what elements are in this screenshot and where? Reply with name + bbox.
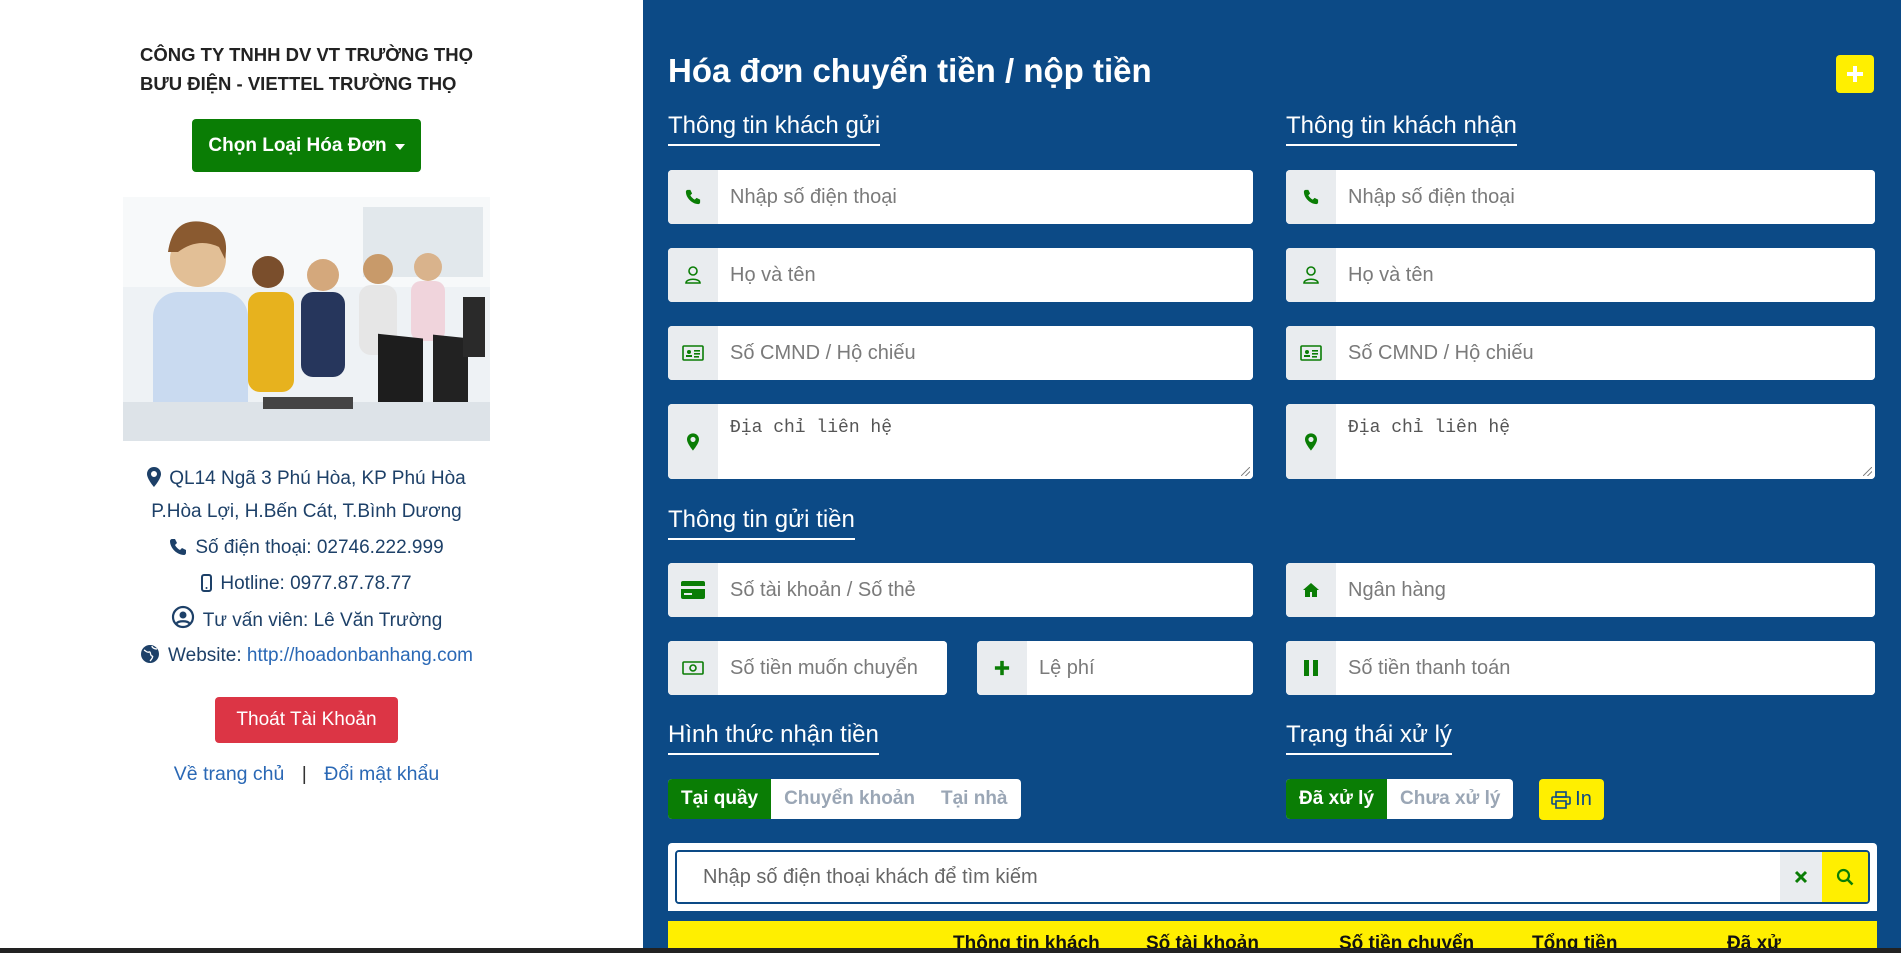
- customer-search: [675, 850, 1870, 904]
- resize-handle[interactable]: [1241, 467, 1250, 476]
- sender-id-field: [668, 326, 1253, 380]
- footer-links: Về trang chủ | Đổi mật khẩu: [173, 763, 440, 785]
- close-icon: [1794, 870, 1808, 884]
- status-option[interactable]: Đã xử lý: [1286, 779, 1388, 819]
- receive-method-heading: Hình thức nhận tiền: [668, 721, 879, 755]
- sender-name-field: [668, 248, 1253, 302]
- phone-icon: [668, 170, 718, 224]
- plus-icon: [1847, 66, 1863, 82]
- bank-field: [1286, 563, 1875, 617]
- sender-address-field: [668, 404, 1253, 479]
- sender-address-input[interactable]: [718, 404, 1253, 479]
- total-input[interactable]: [1336, 641, 1875, 695]
- hotline-info: Hotline: 0977.87.78.77: [0, 569, 613, 602]
- sender-heading: Thông tin khách gửi: [668, 112, 881, 146]
- search-panel: [668, 843, 1877, 911]
- receive-method-option[interactable]: Tại quầy: [668, 779, 772, 819]
- change-password-link[interactable]: Đổi mật khẩu: [324, 763, 439, 785]
- status-option[interactable]: Chưa xử lý: [1387, 779, 1513, 819]
- map-marker-icon: [668, 404, 718, 479]
- id-card-icon: [1286, 326, 1336, 380]
- clear-search-button[interactable]: [1780, 852, 1822, 902]
- receiver-id-input[interactable]: [1336, 326, 1875, 380]
- pause-icon: [1286, 641, 1336, 695]
- sender-phone-input[interactable]: [718, 170, 1253, 224]
- call-center-photo: [123, 197, 490, 441]
- invoice-type-dropdown[interactable]: Chọn Loại Hóa Đơn: [192, 119, 421, 172]
- receiver-id-field: [1286, 326, 1875, 380]
- transfer-heading: Thông tin gửi tiền: [668, 506, 855, 540]
- account-field: [668, 563, 1253, 617]
- id-card-icon: [668, 326, 718, 380]
- map-marker-icon: [1286, 404, 1336, 479]
- user-icon: [1286, 248, 1336, 302]
- phone-info: Số điện thoại: 02746.222.999: [0, 533, 613, 566]
- logout-button[interactable]: Thoát Tài Khoản: [215, 697, 398, 743]
- receiver-name-field: [1286, 248, 1875, 302]
- sender-name-input[interactable]: [718, 248, 1253, 302]
- page-title: Hóa đơn chuyển tiền / nộp tiền: [668, 52, 1152, 89]
- status-toggle: Đã xử lý Chưa xử lý: [1286, 779, 1514, 819]
- receive-method-toggle: Tại quầy Chuyển khoản Tại nhà: [668, 779, 1021, 819]
- phone-icon: [169, 536, 187, 566]
- caret-down-icon: [394, 143, 405, 150]
- website-link[interactable]: http://hoadonbanhang.com: [247, 645, 473, 666]
- website-info: Website: http://hoadonbanhang.com: [0, 641, 613, 674]
- sidebar: CÔNG TY TNHH DV VT TRƯỜNG THỌ BƯU ĐIỆN -…: [0, 0, 643, 953]
- fee-input[interactable]: [1027, 641, 1253, 695]
- amount-field: [668, 641, 947, 695]
- sender-phone-field: [668, 170, 1253, 224]
- advisor-info: Tư vấn viên: Lê Văn Trường: [0, 605, 613, 639]
- window-bottom-edge: [0, 948, 1901, 953]
- user-circle-icon: [171, 605, 195, 639]
- home-link[interactable]: Về trang chủ: [174, 763, 285, 785]
- printer-icon: [1551, 790, 1571, 809]
- receiver-name-input[interactable]: [1336, 248, 1875, 302]
- receive-method-option[interactable]: Tại nhà: [928, 779, 1021, 819]
- print-button[interactable]: In: [1539, 779, 1604, 820]
- account-input[interactable]: [718, 563, 1253, 617]
- receive-method-option[interactable]: Chuyển khoản: [771, 779, 928, 819]
- receiver-address-field: [1286, 404, 1875, 479]
- home-icon: [1286, 563, 1336, 617]
- company-name: CÔNG TY TNHH DV VT TRƯỜNG THỌ BƯU ĐIỆN -…: [140, 44, 473, 94]
- sender-id-input[interactable]: [718, 326, 1253, 380]
- resize-handle[interactable]: [1863, 467, 1872, 476]
- address: QL14 Ngã 3 Phú Hòa, KP Phú Hòa P.Hòa Lợi…: [0, 464, 613, 527]
- money-bill-icon: [668, 641, 718, 695]
- amount-input[interactable]: [718, 641, 947, 695]
- map-marker-icon: [147, 467, 162, 497]
- receiver-heading: Thông tin khách nhận: [1286, 112, 1517, 146]
- search-button[interactable]: [1822, 852, 1868, 902]
- receiver-phone-input[interactable]: [1336, 170, 1875, 224]
- receiver-phone-field: [1286, 170, 1875, 224]
- invoice-form-panel: Hóa đơn chuyển tiền / nộp tiền Thông tin…: [643, 0, 1901, 953]
- fee-field: [977, 641, 1253, 695]
- receiver-address-input[interactable]: [1336, 404, 1875, 479]
- bank-input[interactable]: [1336, 563, 1875, 617]
- plus-icon: [977, 641, 1027, 695]
- search-icon: [1836, 868, 1854, 886]
- search-input[interactable]: [677, 852, 1780, 902]
- add-invoice-button[interactable]: [1836, 55, 1874, 93]
- user-icon: [668, 248, 718, 302]
- credit-card-icon: [668, 563, 718, 617]
- phone-icon: [1286, 170, 1336, 224]
- globe-icon: [140, 644, 160, 674]
- status-heading: Trạng thái xử lý: [1286, 721, 1452, 755]
- total-field: [1286, 641, 1875, 695]
- mobile-icon: [201, 572, 213, 602]
